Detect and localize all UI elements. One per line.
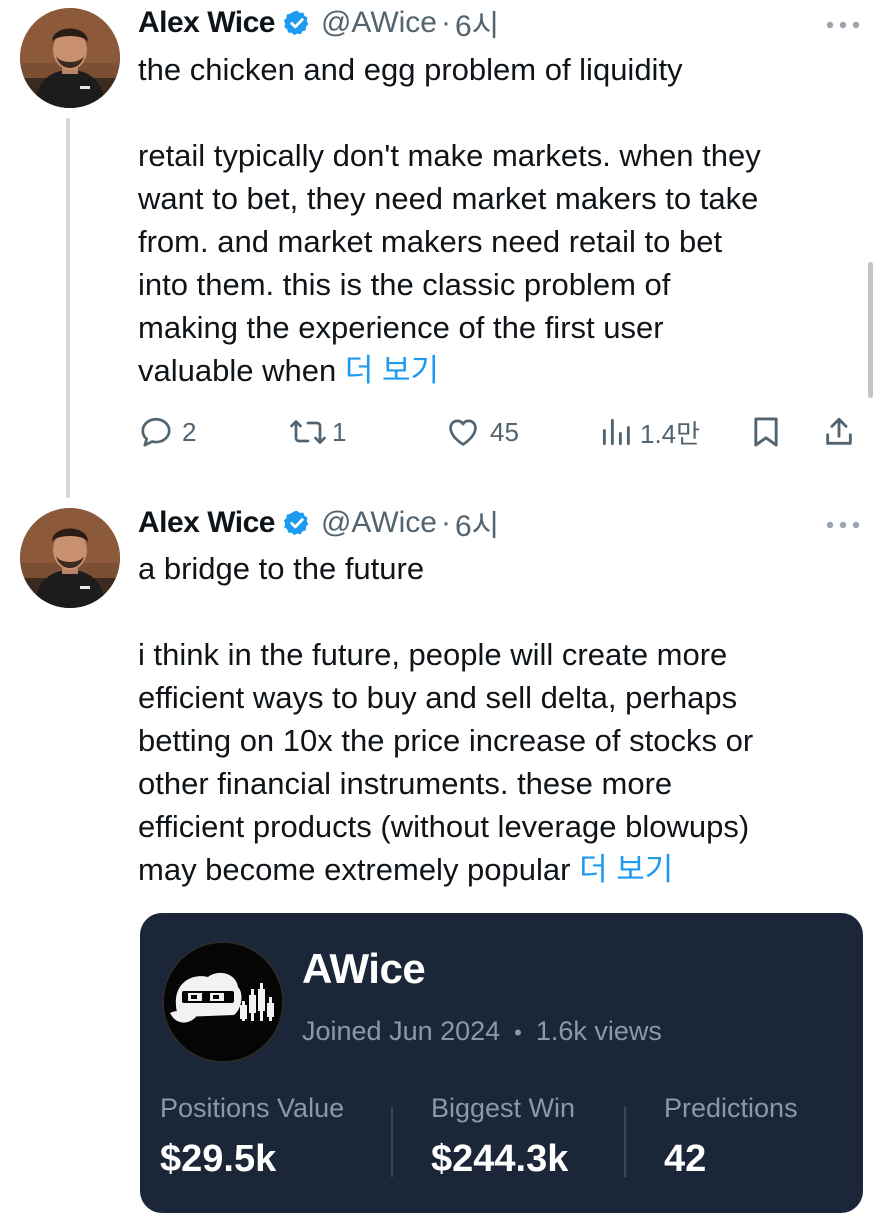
stat-divider	[391, 1107, 393, 1177]
tweet-body-text: may become extremely popular	[138, 852, 580, 887]
tweet-body-line: i think in the future, people will creat…	[138, 637, 728, 672]
stat-label: Predictions	[664, 1093, 798, 1123]
verified-badge-icon	[283, 9, 311, 37]
stat-biggest-win: Biggest Win $244.3k	[431, 1093, 575, 1181]
repost-button[interactable]: 1	[288, 408, 346, 456]
reply-button[interactable]: 2	[138, 408, 196, 456]
tweet-header: Alex Wice @AWice · 6시	[138, 502, 499, 544]
more-options-icon[interactable]	[825, 517, 861, 529]
avatar[interactable]	[20, 508, 120, 608]
tweet-body-last-line: may become extremely popular 더 보기	[138, 848, 858, 891]
separator-dot: ·	[440, 506, 451, 539]
tweet-body-line: betting on 10x the price increase of sto…	[138, 723, 754, 758]
card-avatar	[162, 941, 284, 1063]
profile-card[interactable]: AWice Joined Jun 2024 • 1.6k views Positio…	[140, 913, 863, 1213]
repost-count: 1	[332, 416, 347, 447]
stat-divider	[624, 1107, 626, 1177]
tweet-body-line: into them. this is the classic problem o…	[138, 267, 671, 302]
views-button[interactable]: 1.4만	[600, 408, 700, 456]
separator-dot: ·	[440, 6, 451, 39]
card-profile-name: AWice	[302, 945, 426, 992]
like-count: 45	[490, 416, 519, 447]
card-profile-meta: Joined Jun 2024 • 1.6k views	[302, 1016, 662, 1047]
reply-count: 2	[182, 416, 197, 447]
tweet-title-line: a bridge to the future	[138, 551, 425, 586]
tweet-text: the chicken and egg problem of liquidity…	[138, 48, 858, 392]
share-button[interactable]	[822, 408, 856, 456]
repost-icon	[288, 414, 328, 450]
tweet-body-line: efficient products (without leverage blo…	[138, 809, 750, 844]
card-joined-date: Joined Jun 2024	[302, 1016, 501, 1046]
tweet-body-text: valuable when	[138, 353, 345, 388]
bookmark-button[interactable]	[750, 408, 782, 456]
views-chart-icon	[600, 414, 632, 450]
author-name[interactable]: Alex Wice	[138, 506, 275, 540]
like-button[interactable]: 45	[444, 408, 519, 456]
scroll-indicator[interactable]	[868, 262, 873, 398]
heart-icon	[444, 414, 482, 450]
stat-value: 42	[664, 1138, 707, 1180]
bookmark-icon	[750, 414, 782, 450]
stat-label: Positions Value	[160, 1093, 345, 1123]
tweet-body-last-line: valuable when 더 보기	[138, 349, 858, 392]
tweet-body-line: efficient ways to buy and sell delta, pe…	[138, 680, 738, 715]
tweet-time[interactable]: 6시	[455, 501, 499, 545]
author-name[interactable]: Alex Wice	[138, 6, 275, 40]
verified-badge-icon	[283, 509, 311, 537]
tweet-time[interactable]: 6시	[455, 1, 499, 45]
stat-label: Biggest Win	[431, 1093, 576, 1123]
show-more-link[interactable]: 더 보기	[579, 852, 673, 887]
tweet-body-line: want to bet, they need market makers to …	[138, 181, 759, 216]
tweet-header: Alex Wice @AWice · 6시	[138, 2, 499, 44]
author-handle[interactable]: @AWice	[321, 6, 437, 40]
reply-icon	[138, 414, 174, 450]
tweet-text: a bridge to the future i think in the fu…	[138, 547, 858, 891]
share-icon	[822, 414, 856, 450]
card-meta-separator: •	[514, 1020, 522, 1045]
author-handle[interactable]: @AWice	[321, 506, 437, 540]
tweet-body-line: making the experience of the first user	[138, 310, 664, 345]
tweet-body-line: from. and market makers need retail to b…	[138, 224, 723, 259]
tweet-title-line: the chicken and egg problem of liquidity	[138, 52, 683, 87]
tweet-body-line: other financial instruments. these more	[138, 766, 673, 801]
stat-value: $29.5k	[160, 1138, 277, 1180]
more-options-icon[interactable]	[825, 17, 861, 29]
tweet-actions: 2 1 45 1.4만	[138, 408, 868, 456]
show-more-link[interactable]: 더 보기	[345, 353, 439, 388]
views-count: 1.4만	[640, 418, 701, 449]
card-views: 1.6k views	[535, 1016, 662, 1046]
stat-predictions: Predictions 42	[664, 1093, 798, 1181]
stat-positions-value: Positions Value $29.5k	[160, 1093, 344, 1181]
avatar[interactable]	[20, 8, 120, 108]
tweet-body-line: retail typically don't make markets. whe…	[138, 138, 761, 173]
thread-connector-line	[66, 118, 70, 498]
stat-value: $244.3k	[431, 1138, 569, 1180]
